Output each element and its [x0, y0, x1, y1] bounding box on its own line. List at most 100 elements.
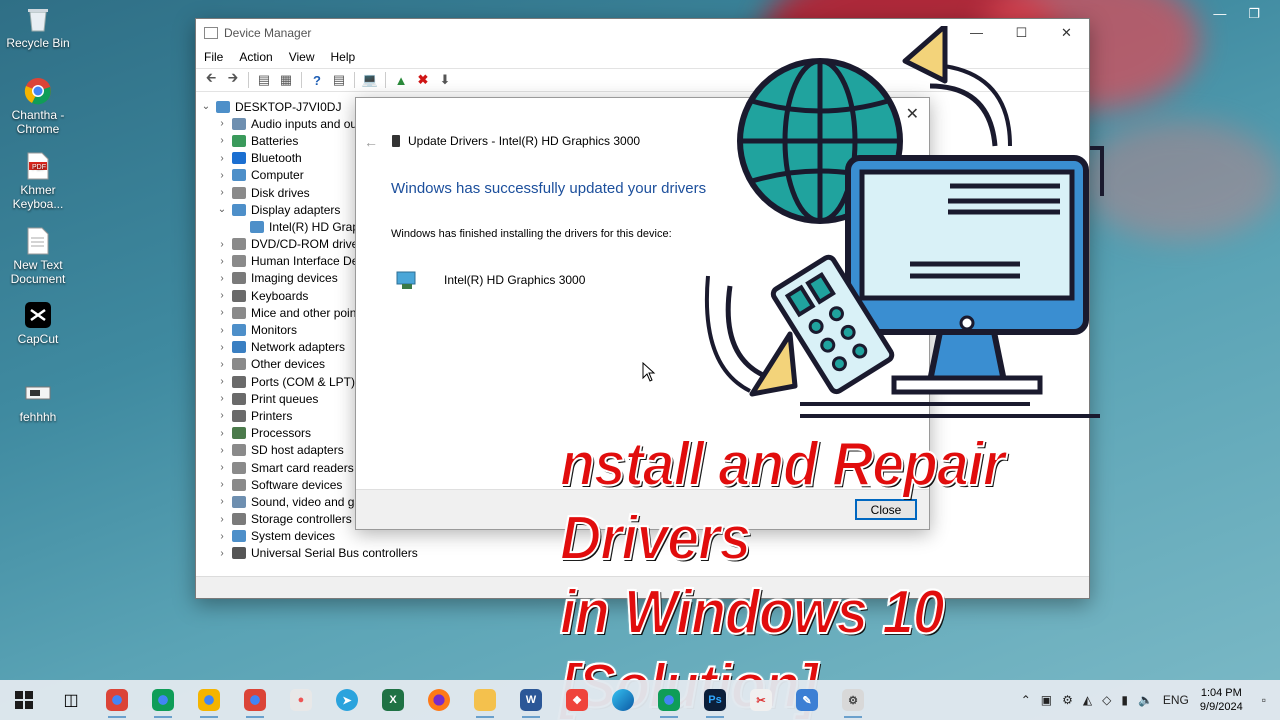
device-manager-icon: ⚙: [842, 689, 864, 711]
chevron-down-icon[interactable]: ⌄: [200, 101, 212, 112]
desktop-icon-label: New Text Document: [10, 258, 66, 286]
desktop-icon-new-text-document[interactable]: New Text Document: [6, 226, 70, 286]
taskbar-telegram[interactable]: ➤: [324, 680, 370, 720]
chrome-icon: [244, 689, 266, 711]
help-icon[interactable]: ?: [308, 71, 326, 89]
task-view-button[interactable]: ◫: [48, 680, 94, 720]
toolbar-separator: [385, 72, 386, 88]
properties-icon[interactable]: ▤: [255, 71, 273, 89]
menu-file[interactable]: File: [204, 50, 223, 64]
tray-app-icon[interactable]: ▣: [1041, 693, 1052, 707]
chevron-right-icon[interactable]: ›: [216, 325, 228, 336]
back-arrow-icon[interactable]: ←: [364, 134, 378, 150]
chevron-right-icon[interactable]: ›: [216, 170, 228, 181]
chevron-right-icon[interactable]: ›: [216, 428, 228, 439]
network-icon: [232, 341, 246, 354]
desktop-icon-fehhhh[interactable]: fehhhh: [6, 378, 70, 424]
tray-app-icon[interactable]: ◇: [1102, 693, 1111, 707]
chevron-right-icon[interactable]: ›: [216, 273, 228, 284]
battery-icon[interactable]: ▮: [1121, 693, 1128, 707]
menu-action[interactable]: Action: [239, 50, 272, 64]
chevron-right-icon[interactable]: ›: [216, 187, 228, 198]
tree-item-label: Other devices: [251, 357, 326, 372]
chevron-right-icon[interactable]: ›: [216, 462, 228, 473]
tree-item-label: Display adapters: [251, 202, 341, 217]
chevron-right-icon[interactable]: ›: [216, 496, 228, 507]
taskbar-chrome-2[interactable]: [140, 680, 186, 720]
update-driver-icon[interactable]: ▲: [392, 71, 410, 89]
port-icon: [232, 375, 246, 388]
restore-icon[interactable]: ❐: [1248, 6, 1260, 22]
desktop-icon-recycle-bin[interactable]: Recycle Bin: [6, 4, 70, 50]
chevron-right-icon[interactable]: ›: [216, 342, 228, 353]
sound-icon: [232, 495, 246, 508]
notification-icon[interactable]: ▫: [1262, 693, 1266, 707]
menu-view[interactable]: View: [289, 50, 315, 64]
taskbar-file-explorer[interactable]: [462, 680, 508, 720]
taskbar-word[interactable]: W: [508, 680, 554, 720]
tree-item[interactable]: › Universal Serial Bus controllers: [200, 545, 417, 562]
taskbar-paint[interactable]: ✎: [784, 680, 830, 720]
chevron-right-icon[interactable]: ›: [216, 290, 228, 301]
chevron-right-icon[interactable]: ›: [216, 256, 228, 267]
chevron-right-icon[interactable]: ›: [216, 514, 228, 525]
tree-item-label: Ports (COM & LPT): [251, 374, 356, 389]
taskbar-anydesk[interactable]: ❖: [554, 680, 600, 720]
tree-item[interactable]: › System devices: [200, 528, 418, 545]
chevron-right-icon[interactable]: ›: [216, 531, 228, 542]
chevron-up-icon[interactable]: ⌃: [1021, 693, 1031, 707]
hid-icon: [232, 255, 246, 268]
chevron-right-icon[interactable]: ›: [216, 359, 228, 370]
minimize-icon[interactable]: —: [1213, 6, 1226, 22]
chevron-right-icon[interactable]: ›: [216, 393, 228, 404]
success-heading: Windows has successfully updated your dr…: [391, 180, 707, 197]
tray-app-icon[interactable]: ◭: [1083, 693, 1092, 707]
tree-item-label: Smart card readers: [251, 460, 354, 475]
download-icon[interactable]: ⬇: [436, 71, 454, 89]
sd-icon: [232, 444, 246, 457]
graphics-card-icon: [392, 135, 400, 147]
desktop-icon-capcut[interactable]: CapCut: [6, 300, 70, 346]
taskbar-edge[interactable]: [600, 680, 646, 720]
taskbar-chrome-5[interactable]: [646, 680, 692, 720]
chevron-down-icon[interactable]: ⌄: [216, 204, 228, 215]
chevron-right-icon[interactable]: ›: [216, 307, 228, 318]
start-button[interactable]: [0, 680, 48, 720]
chevron-right-icon[interactable]: ›: [216, 153, 228, 164]
back-arrow-icon[interactable]: 🡰: [202, 70, 220, 89]
show-hide-icon[interactable]: ▦: [277, 71, 295, 89]
language-indicator[interactable]: ENG: [1163, 693, 1189, 707]
taskbar-chrome-3[interactable]: [186, 680, 232, 720]
taskbar-device-manager[interactable]: ⚙: [830, 680, 876, 720]
chevron-right-icon[interactable]: ›: [216, 445, 228, 456]
chevron-right-icon[interactable]: ›: [216, 118, 228, 129]
chevron-right-icon[interactable]: ›: [216, 376, 228, 387]
volume-icon[interactable]: 🔈: [1138, 693, 1153, 707]
taskbar-photos[interactable]: ●: [278, 680, 324, 720]
scan-hardware-icon[interactable]: 💻: [361, 71, 379, 89]
details-icon[interactable]: ▤: [330, 71, 348, 89]
chevron-right-icon[interactable]: ›: [216, 135, 228, 146]
chevron-right-icon[interactable]: ›: [216, 479, 228, 490]
taskbar-snip[interactable]: ✂: [738, 680, 784, 720]
menu-help[interactable]: Help: [331, 50, 356, 64]
chrome-icon: [658, 689, 680, 711]
capcut-icon: [23, 300, 53, 330]
taskbar-chrome-4[interactable]: [232, 680, 278, 720]
forward-arrow-icon[interactable]: 🡲: [224, 70, 242, 89]
uninstall-icon[interactable]: ✖: [414, 71, 432, 89]
taskbar-excel[interactable]: X: [370, 680, 416, 720]
taskbar-photoshop[interactable]: Ps: [692, 680, 738, 720]
chevron-right-icon[interactable]: ›: [216, 239, 228, 250]
chevron-right-icon[interactable]: ›: [216, 548, 228, 559]
taskbar-chrome-1[interactable]: [94, 680, 140, 720]
tray-app-icon[interactable]: ⚙: [1062, 693, 1073, 707]
taskbar-firefox[interactable]: [416, 680, 462, 720]
desktop-icon-chrome[interactable]: Chantha - Chrome: [6, 76, 70, 136]
tree-item-label: Software devices: [251, 477, 343, 492]
desktop-icon-khmer-keyboard[interactable]: PDF Khmer Keyboa...: [6, 151, 70, 211]
tree-item-label: Network adapters: [251, 340, 346, 355]
clock[interactable]: 1:04 PM 9/9/2024: [1200, 686, 1243, 714]
anydesk-icon: ❖: [566, 689, 588, 711]
chevron-right-icon[interactable]: ›: [216, 410, 228, 421]
